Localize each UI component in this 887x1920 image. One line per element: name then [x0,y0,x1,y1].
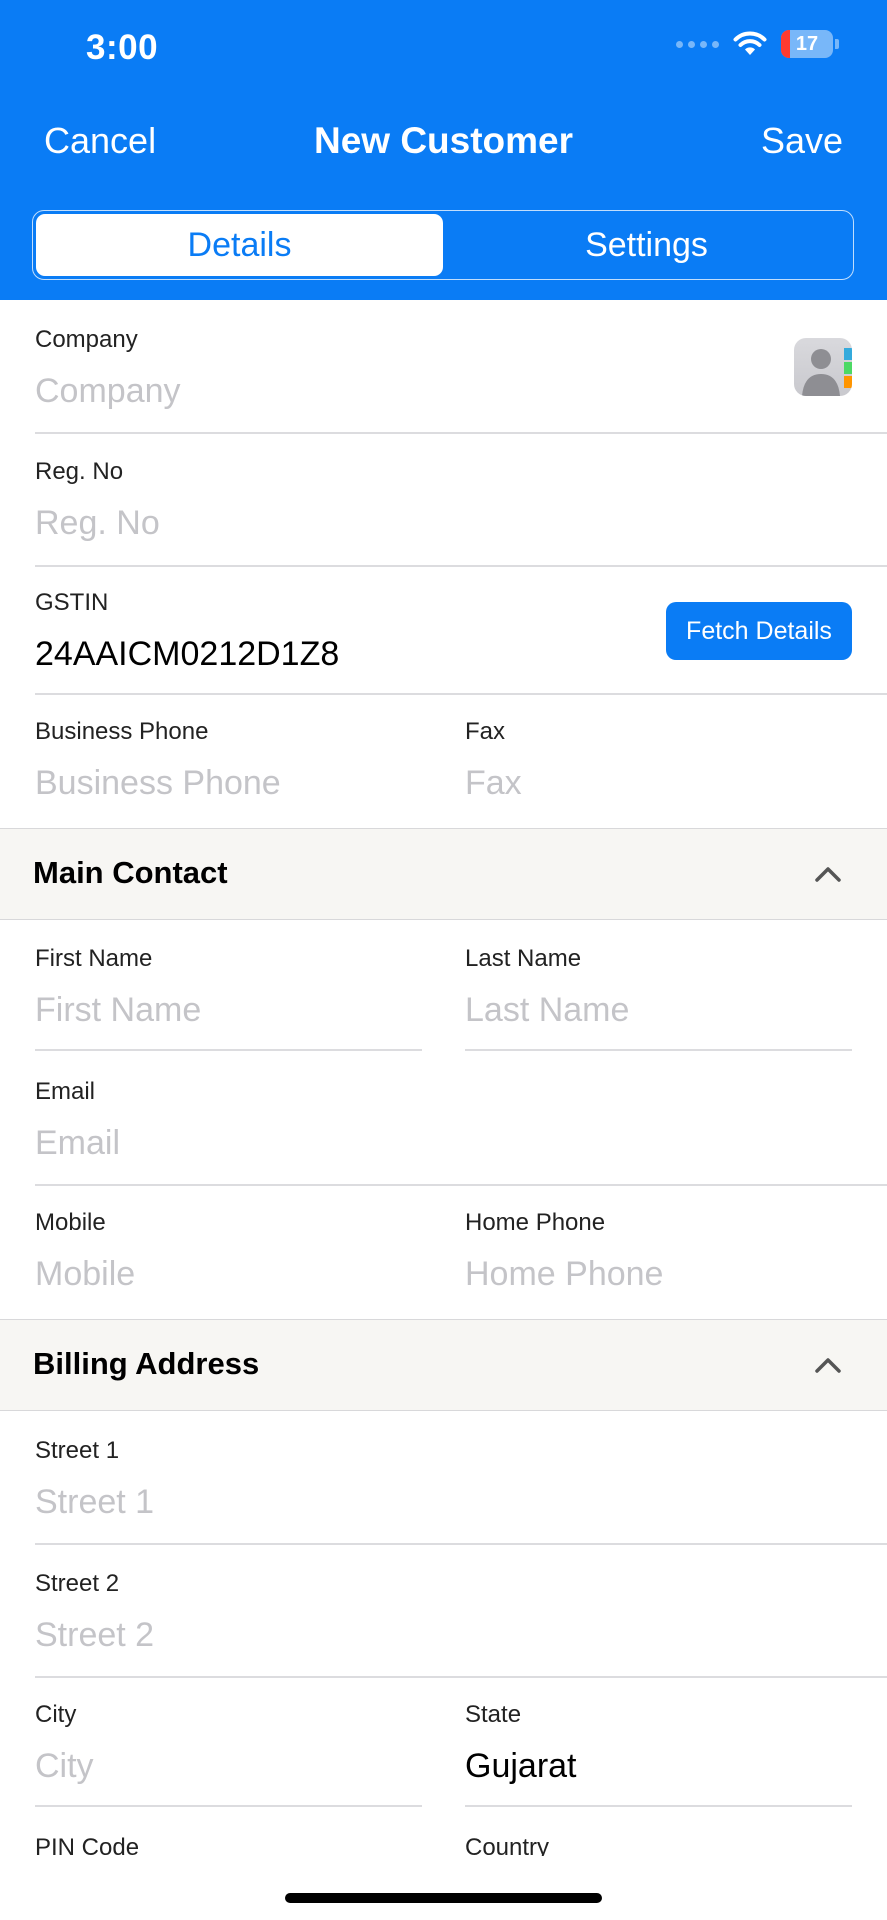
status-time: 3:00 [86,28,159,67]
last-name-input[interactable]: Last Name [465,991,629,1030]
divider [35,1676,887,1678]
divider [35,1184,887,1186]
billing-address-section-header[interactable]: Billing Address [0,1319,887,1411]
reg-no-input[interactable]: Reg. No [35,504,160,543]
battery-tip [835,39,839,49]
fax-label: Fax [465,718,506,745]
status-indicators: 17 [676,30,839,58]
cellular-dots-icon [676,40,719,48]
main-contact-section-header[interactable]: Main Contact [0,828,887,920]
battery-level: 17 [795,32,819,55]
mobile-label: Mobile [35,1209,106,1236]
first-name-field[interactable]: First Name First Name [35,945,201,1030]
segmented-control: Details Settings [32,210,854,280]
state-field[interactable]: State Gujarat [465,1701,577,1786]
reg-no-field[interactable]: Reg. No Reg. No [35,458,160,543]
last-name-label: Last Name [465,945,582,972]
gstin-label: GSTIN [35,589,109,616]
divider [35,432,887,434]
gstin-field[interactable]: GSTIN 24AAICM0212D1Z8 [35,589,339,674]
city-label: City [35,1701,77,1728]
email-field[interactable]: Email Email [35,1078,120,1163]
battery-charging-icon: 17 [781,30,833,58]
fax-input[interactable]: Fax [465,764,522,803]
street1-input[interactable]: Street 1 [35,1483,154,1522]
email-input[interactable]: Email [35,1124,120,1163]
tab-settings[interactable]: Settings [443,214,850,276]
divider [465,1805,852,1807]
reg-no-label: Reg. No [35,458,124,485]
save-button[interactable]: Save [761,120,843,162]
country-label: Country [465,1834,550,1856]
street2-input[interactable]: Street 2 [35,1616,154,1655]
page-title: New Customer [313,120,574,161]
state-input[interactable]: Gujarat [465,1747,577,1786]
contacts-icon[interactable] [794,338,852,396]
tab-details[interactable]: Details [36,214,443,276]
city-input[interactable]: City [35,1747,94,1786]
divider [35,693,887,695]
app-header: 3:00 17 Cancel New Customer Save Details… [0,0,887,300]
home-phone-input[interactable]: Home Phone [465,1255,663,1294]
divider [35,1805,422,1807]
home-phone-field[interactable]: Home Phone Home Phone [465,1209,663,1294]
home-indicator [285,1893,602,1903]
divider [465,1049,852,1051]
business-phone-input[interactable]: Business Phone [35,764,281,803]
divider [35,565,887,567]
mobile-field[interactable]: Mobile Mobile [35,1209,135,1294]
business-phone-label: Business Phone [35,718,209,745]
billing-address-title: Billing Address [33,1346,260,1381]
first-name-input[interactable]: First Name [35,991,201,1030]
pin-code-label: PIN Code [35,1834,140,1856]
street2-field[interactable]: Street 2 Street 2 [35,1570,154,1655]
fax-field[interactable]: Fax Fax [465,718,522,803]
main-contact-title: Main Contact [33,855,228,890]
pin-code-field[interactable]: PIN Code [35,1834,139,1856]
street1-field[interactable]: Street 1 Street 1 [35,1437,154,1522]
chevron-up-icon[interactable] [813,859,843,889]
email-label: Email [35,1078,96,1105]
city-field[interactable]: City City [35,1701,94,1786]
divider [35,1543,887,1545]
state-label: State [465,1701,522,1728]
company-label: Company [35,326,138,353]
gstin-input[interactable]: 24AAICM0212D1Z8 [35,635,339,674]
country-field[interactable]: Country [465,1834,549,1856]
business-phone-field[interactable]: Business Phone Business Phone [35,718,281,803]
company-input[interactable]: Company [35,372,181,411]
mobile-input[interactable]: Mobile [35,1255,135,1294]
wifi-icon [733,31,767,55]
home-phone-label: Home Phone [465,1209,606,1236]
divider [35,1049,422,1051]
last-name-field[interactable]: Last Name Last Name [465,945,629,1030]
street2-label: Street 2 [35,1570,120,1597]
company-field[interactable]: Company Company [35,326,181,411]
street1-label: Street 1 [35,1437,120,1464]
first-name-label: First Name [35,945,153,972]
chevron-up-icon[interactable] [813,1350,843,1380]
fetch-details-button[interactable]: Fetch Details [666,602,852,660]
